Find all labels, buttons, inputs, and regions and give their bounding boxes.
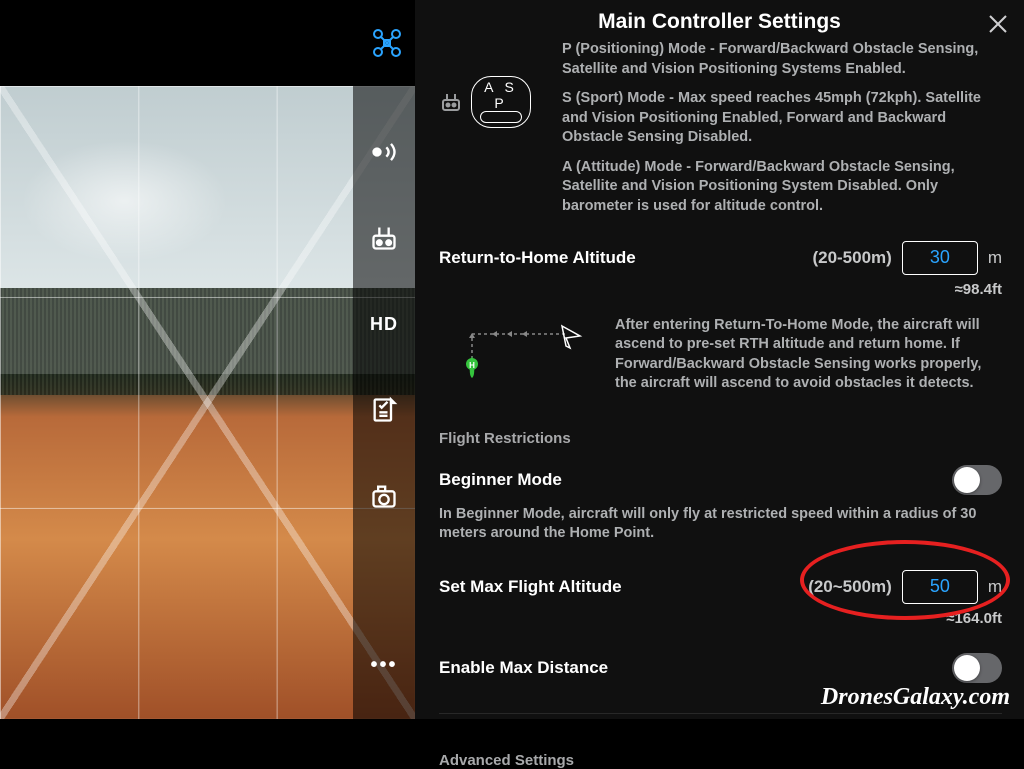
flight-mode-description: P (Positioning) Mode - Forward/Backward … (562, 40, 1024, 227)
rth-feet-hint: ≈98.4ft (439, 281, 1024, 298)
rth-altitude-label: Return-to-Home Altitude (439, 248, 636, 268)
signal-icon[interactable] (370, 138, 398, 166)
watermark-text: DronesGalaxy.com (821, 684, 1010, 711)
max-altitude-unit: m (988, 577, 1002, 597)
beginner-mode-label: Beginner Mode (439, 470, 562, 490)
beginner-mode-toggle[interactable] (952, 465, 1002, 495)
beginner-mode-row: Beginner Mode (439, 465, 1024, 495)
flight-mode-indicator: A S P (439, 40, 544, 128)
svg-text:H: H (469, 361, 475, 370)
max-distance-label: Enable Max Distance (439, 658, 608, 678)
settings-icon-rail: HD ••• (353, 86, 415, 719)
sensor-state-icon[interactable] (370, 396, 398, 424)
max-altitude-label: Set Max Flight Altitude (439, 577, 622, 597)
remote-controller-icon[interactable] (370, 224, 398, 252)
rth-description: After entering Return-To-Home Mode, the … (615, 316, 1000, 394)
divider (439, 713, 1002, 714)
max-distance-toggle[interactable] (952, 653, 1002, 683)
advanced-settings-link[interactable]: Advanced Settings (439, 752, 1024, 769)
max-altitude-input[interactable] (902, 570, 978, 604)
rth-range-hint: (20-500m) (812, 248, 891, 268)
top-bar (0, 0, 415, 86)
max-altitude-range-hint: (20~500m) (808, 577, 892, 597)
max-altitude-row: Set Max Flight Altitude (20~500m) m (439, 570, 1024, 604)
rth-altitude-row: Return-to-Home Altitude (20-500m) m (439, 241, 1024, 275)
close-icon[interactable] (986, 12, 1010, 36)
beginner-mode-description: In Beginner Mode, aircraft will only fly… (439, 505, 1024, 544)
rth-unit: m (988, 248, 1002, 268)
p-mode-text: P (Positioning) Mode - Forward/Backward … (562, 40, 1000, 79)
camera-settings-icon[interactable] (370, 482, 398, 510)
aircraft-status-icon[interactable] (372, 28, 402, 58)
rth-altitude-input[interactable] (902, 241, 978, 275)
s-mode-text: S (Sport) Mode - Max speed reaches 45mph… (562, 89, 1000, 148)
hd-transmission-icon[interactable]: HD (370, 310, 398, 338)
max-altitude-feet-hint: ≈164.0ft (439, 610, 1024, 627)
remote-icon (439, 90, 463, 114)
rth-diagram: H (447, 316, 587, 386)
flight-restrictions-heading: Flight Restrictions (439, 430, 1024, 447)
panel-title: Main Controller Settings (439, 10, 1024, 34)
a-mode-text: A (Attitude) Mode - Forward/Backward Obs… (562, 158, 1000, 217)
asp-mode-pill: A S P (471, 76, 531, 128)
more-menu-icon[interactable]: ••• (370, 651, 398, 679)
max-distance-row: Enable Max Distance (439, 653, 1024, 683)
main-controller-settings-panel: Main Controller Settings A S P P (Positi… (415, 0, 1024, 719)
